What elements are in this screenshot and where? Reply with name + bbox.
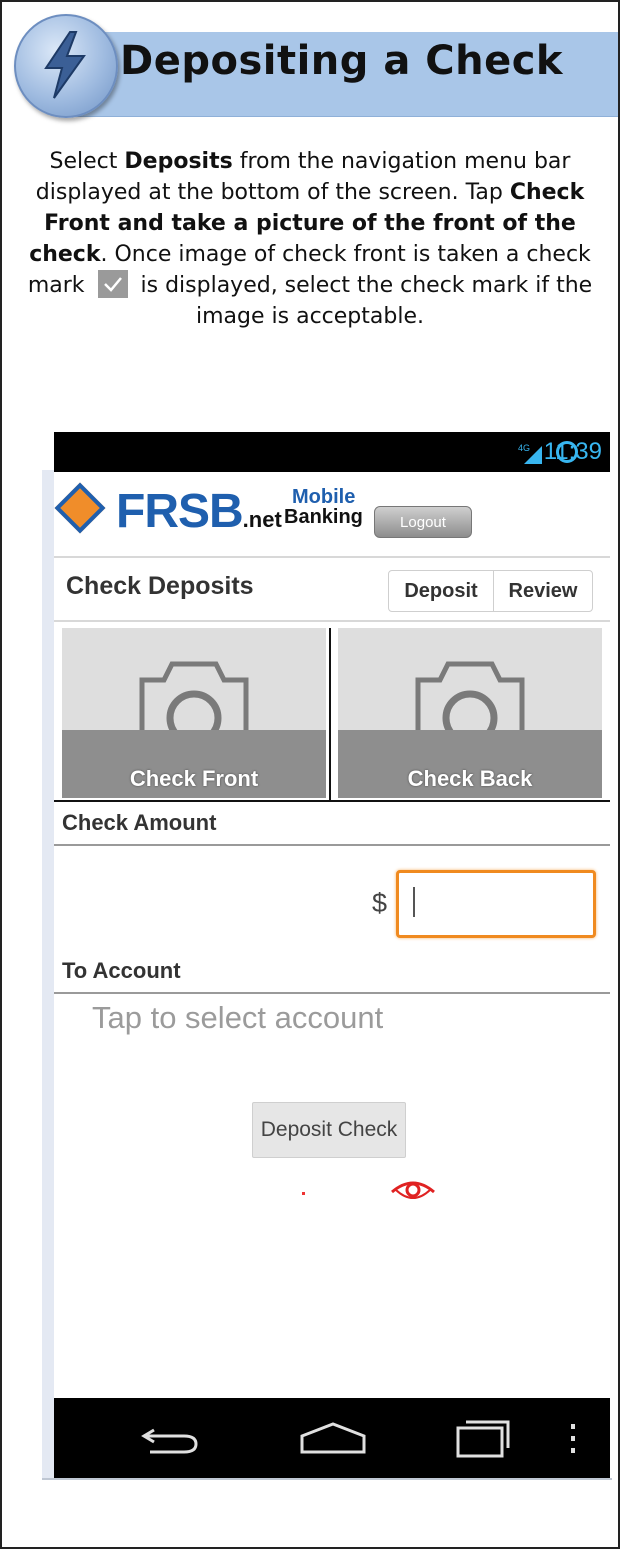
home-icon[interactable] (298, 1420, 368, 1456)
logo-diamond-icon (54, 482, 106, 534)
check-back-button[interactable]: Check Back (338, 628, 602, 798)
logo-banking-label: Banking (284, 506, 363, 528)
check-amount-input[interactable] (396, 870, 596, 938)
app-screen: FRSB.net Mobile Banking Logout Check Dep… (54, 472, 610, 1398)
page-title: Depositing a Check (120, 38, 564, 84)
instructions-text: Select Deposits from the navigation menu… (27, 149, 593, 329)
signal-icon: 4G (518, 443, 542, 464)
tile-divider (329, 628, 331, 802)
section-rule (54, 844, 610, 846)
check-deposits-bar: Check Deposits Deposit Review (54, 558, 610, 622)
deposit-check-button[interactable]: Deposit Check (252, 1102, 406, 1158)
section-rule (54, 992, 610, 994)
checkmark-icon (97, 270, 128, 298)
check-back-label: Check Back (407, 766, 533, 791)
red-eye-glyph-icon (391, 1181, 435, 1199)
tab-review[interactable]: Review (493, 570, 593, 612)
logout-button[interactable]: Logout (374, 506, 472, 538)
status-bar: 4G 11:39 (54, 432, 610, 472)
tab-deposit[interactable]: Deposit (388, 570, 494, 612)
account-selector[interactable]: Tap to select account (92, 1000, 383, 1036)
lightning-bolt-icon (44, 31, 86, 99)
header-badge (14, 14, 118, 118)
back-icon[interactable] (140, 1422, 200, 1458)
screen-title: Check Deposits (66, 572, 254, 600)
phone-frame-edge (42, 470, 54, 1480)
tiles-divider (54, 800, 610, 802)
to-account-label: To Account (62, 958, 181, 983)
overflow-menu-icon[interactable] (568, 1422, 578, 1456)
text-caret (413, 887, 415, 917)
app-header: FRSB.net Mobile Banking Logout (54, 472, 610, 558)
check-front-button[interactable]: Check Front (62, 628, 326, 798)
status-time: 11:39 (543, 438, 602, 465)
check-amount-label: Check Amount (62, 810, 217, 835)
svg-text:4G: 4G (518, 443, 530, 453)
android-nav-bar (54, 1398, 610, 1478)
currency-symbol: $ (372, 888, 388, 918)
phone-frame-bottom (42, 1478, 612, 1480)
check-front-label: Check Front (129, 766, 259, 791)
recent-apps-icon[interactable] (454, 1416, 514, 1460)
bank-logo: FRSB.net (116, 485, 282, 538)
